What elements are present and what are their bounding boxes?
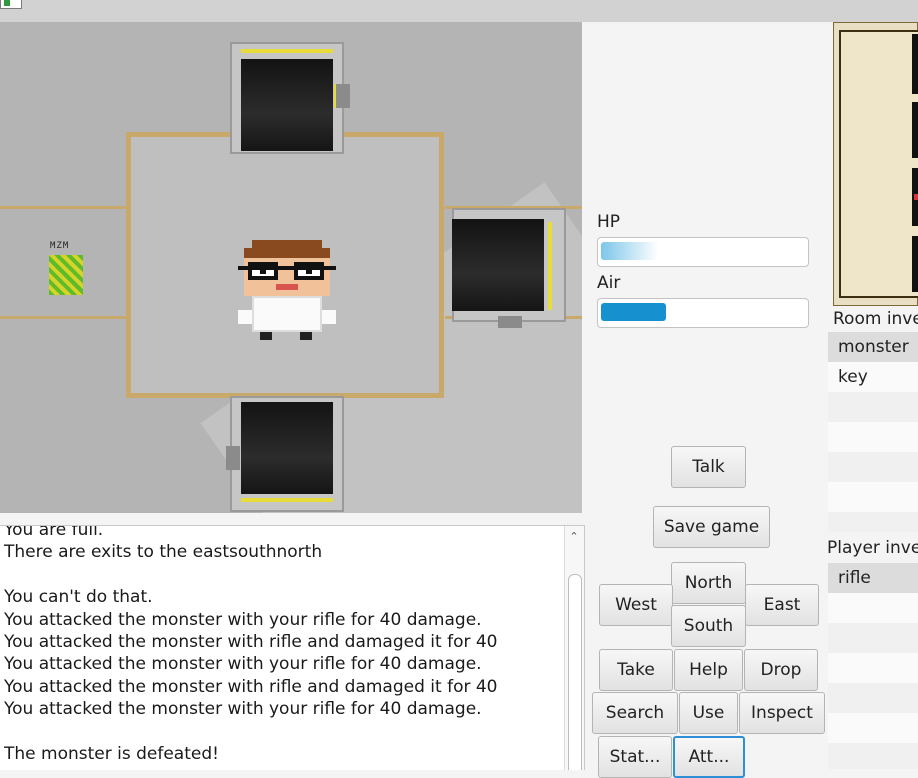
- minimap-player-dot: [914, 194, 918, 200]
- door-south-bar: [241, 498, 333, 502]
- app-icon: [0, 0, 22, 9]
- door-east-lock: [498, 316, 522, 328]
- hp-bar: [597, 237, 809, 267]
- player-list-empty: [828, 653, 918, 683]
- room-item-key[interactable]: key: [828, 362, 918, 392]
- save-game-button[interactable]: Save game: [653, 506, 770, 548]
- monster-label: MZM: [50, 241, 70, 251]
- player-list-empty: [828, 623, 918, 653]
- air-label: Air: [597, 273, 621, 293]
- minimap-cell: [912, 236, 918, 292]
- south-button[interactable]: South: [671, 605, 746, 647]
- minimap-cell: [912, 102, 918, 158]
- talk-button[interactable]: Talk: [671, 446, 746, 488]
- log-text: You are full. There are exits to the eas…: [4, 525, 498, 765]
- door-north-bar: [241, 49, 333, 53]
- game-view: MZM: [0, 22, 582, 513]
- scroll-thumb[interactable]: [568, 574, 582, 770]
- inspect-button[interactable]: Inspect: [739, 692, 825, 734]
- west-button[interactable]: West: [599, 584, 673, 626]
- air-bar-fill: [601, 303, 666, 321]
- room-list-empty: [828, 512, 918, 532]
- drop-button[interactable]: Drop: [744, 649, 818, 691]
- hp-label: HP: [597, 212, 621, 232]
- player-sprite: [238, 236, 336, 342]
- use-button[interactable]: Use: [679, 692, 738, 734]
- room-list-empty: [828, 422, 918, 452]
- room-list-empty: [828, 452, 918, 482]
- monster-sprite[interactable]: [49, 255, 83, 295]
- door-north-opening: [241, 59, 333, 151]
- player-list-empty: [828, 683, 918, 713]
- player-list-empty: [828, 743, 918, 769]
- help-button[interactable]: Help: [674, 649, 743, 691]
- player-item-rifle[interactable]: rifle: [828, 563, 918, 593]
- minimap-room: [839, 30, 918, 298]
- north-button[interactable]: North: [671, 562, 746, 604]
- air-bar: [597, 298, 809, 328]
- message-log[interactable]: You are full. There are exits to the eas…: [0, 525, 585, 770]
- door-north-lock: [334, 84, 350, 108]
- door-east-opening: [452, 219, 544, 311]
- search-button[interactable]: Search: [592, 692, 678, 734]
- door-south-lock: [226, 446, 240, 470]
- hp-bar-fill: [601, 242, 658, 260]
- player-list-empty: [828, 713, 918, 743]
- corridor-line-left-2: [0, 316, 130, 319]
- room-item-monster[interactable]: monster: [828, 332, 918, 362]
- title-bar: [0, 0, 918, 22]
- player-inventory-header: Player inve: [827, 538, 918, 558]
- room-inventory-header: Room inve: [833, 309, 918, 329]
- scroll-up-icon[interactable]: ⌃: [565, 530, 583, 544]
- door-south-opening: [241, 402, 333, 494]
- east-button[interactable]: East: [745, 584, 819, 626]
- minimap-cell: [912, 34, 918, 94]
- take-button[interactable]: Take: [599, 649, 673, 691]
- attack-button[interactable]: Att...: [673, 736, 745, 778]
- player-list-empty: [828, 593, 918, 623]
- room-list-empty: [828, 482, 918, 512]
- room-list-empty: [828, 392, 918, 422]
- stat-button[interactable]: Stat...: [598, 736, 672, 778]
- door-east-bar: [548, 222, 552, 310]
- corridor-line-left: [0, 206, 130, 209]
